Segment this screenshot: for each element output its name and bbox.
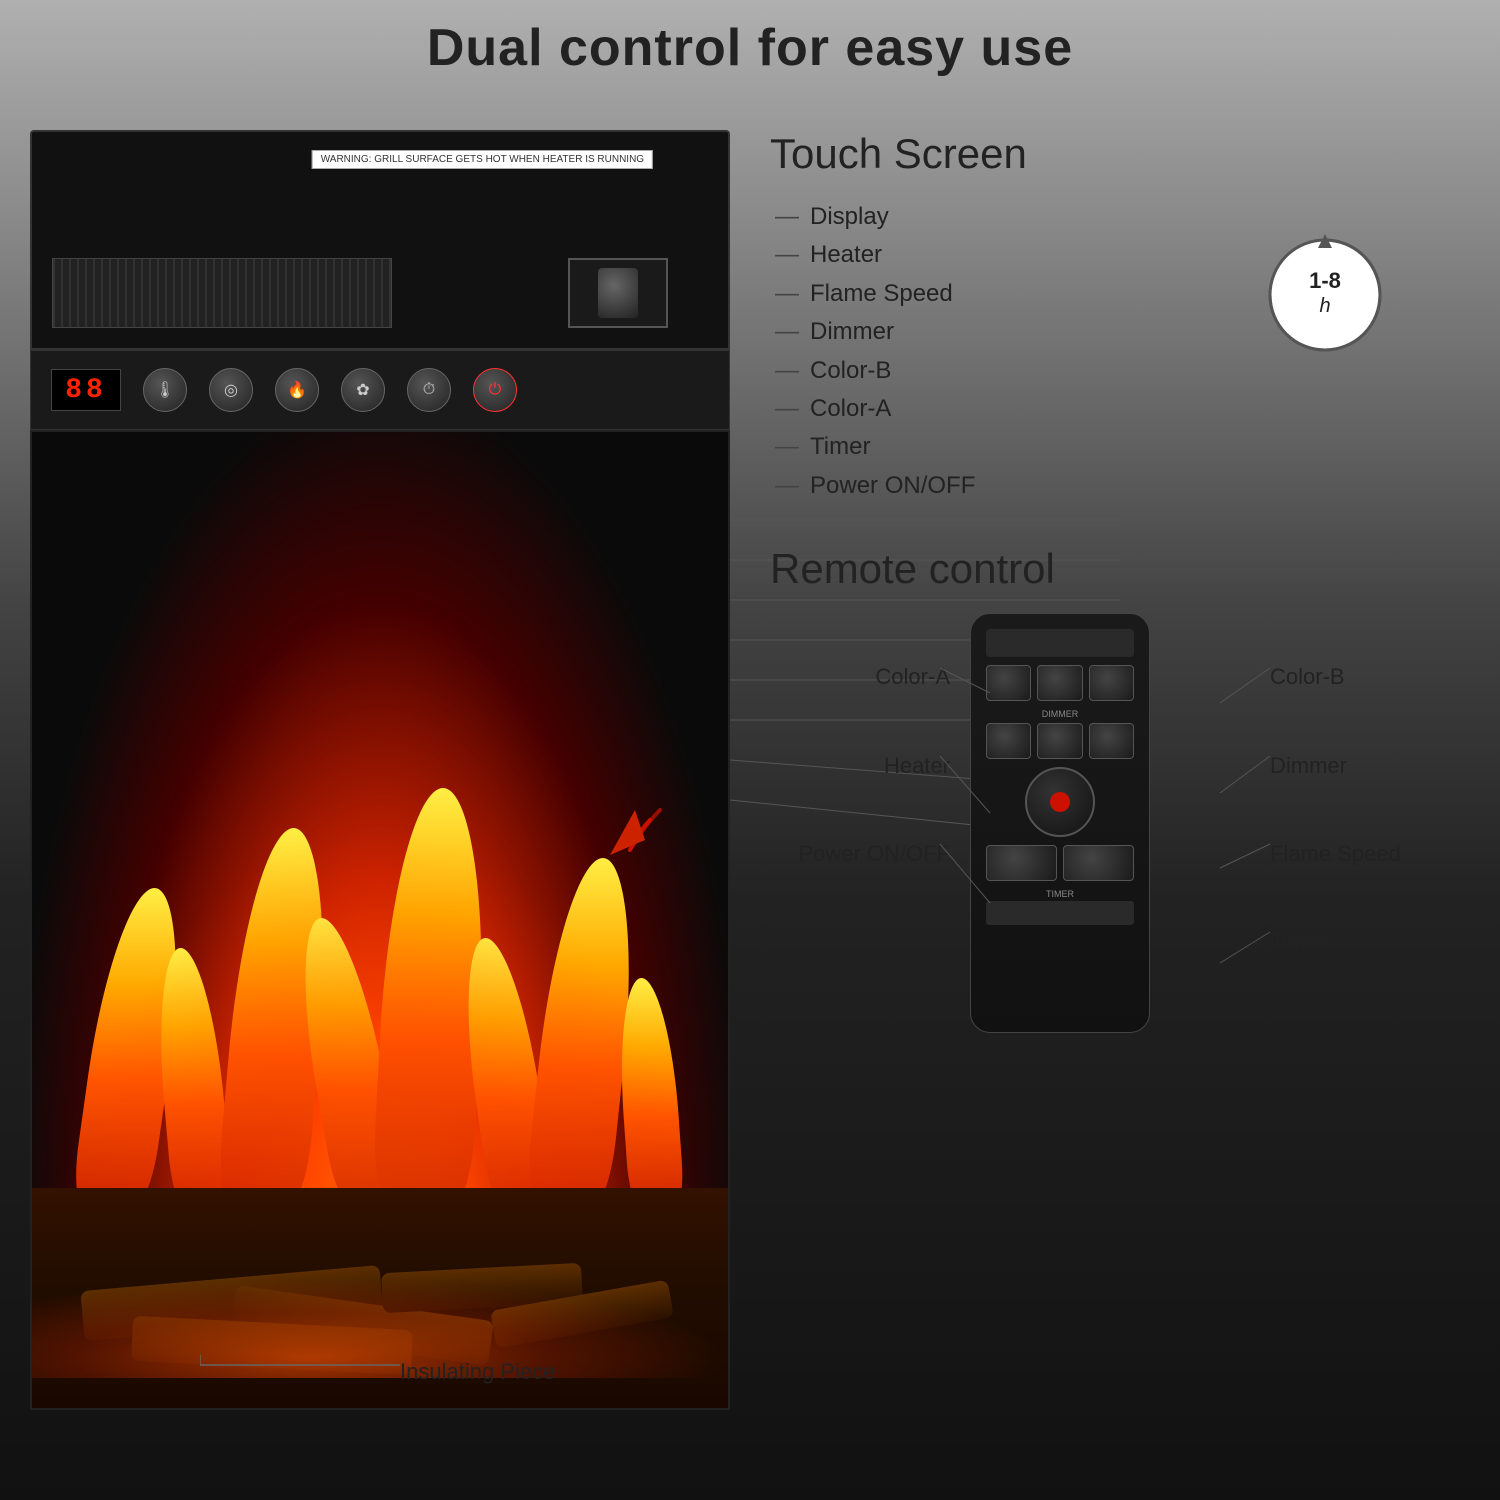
remote-btn-row-1: [986, 665, 1134, 701]
flame-button[interactable]: 🔥: [275, 368, 319, 412]
remote-layout: Color-A Heater Power ON/OFF DIMMER: [770, 613, 1470, 1063]
control-panel-strip: 88 🌡 ◎ 🔥 ✿ ⏱ ⏻: [30, 350, 730, 430]
flame-icon: 🔥: [287, 380, 307, 400]
led-display: 88: [51, 369, 121, 411]
timer-badge-svg: 1-8 h: [1260, 230, 1390, 360]
svg-text:1-8: 1-8: [1309, 268, 1341, 293]
timer-button[interactable]: ⏱: [407, 368, 451, 412]
timer-badge-container: 1-8 h: [1260, 230, 1390, 365]
rc-label-color-a: Color-A: [770, 653, 950, 701]
remote-top-button[interactable]: [986, 629, 1134, 657]
rc-label-dimmer: Dimmer: [1270, 742, 1470, 790]
remote-btn-color-a[interactable]: [986, 665, 1031, 701]
warning-label: WARNING: GRILL SURFACE GETS HOT WHEN HEA…: [312, 150, 653, 169]
ts-label-timer: Timer: [810, 428, 1470, 466]
fan-button[interactable]: ◎: [209, 368, 253, 412]
rc-label-heater: Heater: [770, 742, 950, 790]
fireplace-product: WARNING: GRILL SURFACE GETS HOT WHEN HEA…: [30, 130, 730, 1410]
page-title: Dual control for easy use: [0, 18, 1500, 78]
power-button[interactable]: ⏻: [473, 368, 517, 412]
remote-btn-heat[interactable]: [986, 723, 1031, 759]
remote-right-labels: Color-B Dimmer Flame Speed Timer: [1270, 653, 1470, 967]
power-icon: ⏻: [489, 381, 502, 399]
fan-icon: ◎: [224, 380, 238, 400]
remote-control-section: Remote control Color-A Heater Power ON/O…: [770, 545, 1470, 1063]
remote-center-dot: [1050, 792, 1070, 812]
rc-label-flame-speed: Flame Speed: [1270, 830, 1470, 878]
touch-screen-section: Touch Screen Display Heater Flame Speed …: [770, 130, 1470, 505]
insulating-piece-label: Insulating Piece: [400, 1359, 555, 1385]
flame-display: [30, 430, 730, 1410]
remote-btn-plus[interactable]: [1037, 665, 1082, 701]
remote-dimmer-label: DIMMER: [986, 709, 1134, 719]
fireplace-top-panel: WARNING: GRILL SURFACE GETS HOT WHEN HEA…: [30, 130, 730, 350]
remote-timer-button[interactable]: [986, 901, 1134, 925]
rc-label-power-onoff: Power ON/OFF: [770, 830, 950, 878]
remote-btn-row-2: [986, 723, 1134, 759]
remote-btn-down[interactable]: [986, 845, 1057, 881]
remote-btn-speed[interactable]: [1037, 723, 1082, 759]
rc-label-timer: Timer: [1270, 918, 1470, 966]
remote-btn-power-2[interactable]: [1063, 845, 1134, 881]
right-connector-lines: [1220, 613, 1270, 1013]
right-annotation-panel: Touch Screen Display Heater Flame Speed …: [770, 130, 1470, 1063]
insulating-piece-connector: [200, 1355, 400, 1375]
remote-btn-color-b[interactable]: [1089, 665, 1134, 701]
ts-label-power: Power ON/OFF: [810, 467, 1470, 505]
left-connector-lines: [940, 613, 990, 1013]
temp-icon: 🌡: [155, 380, 175, 400]
vent-grill: [52, 258, 392, 328]
timer-icon: ⏱: [423, 381, 435, 399]
remote-btn-row-3: [986, 845, 1134, 881]
log-base: [32, 1188, 728, 1408]
power-switch[interactable]: [568, 258, 668, 328]
remote-btn-fan-2[interactable]: [1089, 723, 1134, 759]
switch-knob: [598, 268, 638, 318]
remote-signal-icon: [580, 780, 680, 860]
remote-control-device: DIMMER TIMER: [970, 613, 1150, 1033]
color-icon: ✿: [356, 380, 369, 400]
remote-timer-label: TIMER: [986, 889, 1134, 899]
remote-control-title: Remote control: [770, 545, 1470, 593]
touch-screen-title: Touch Screen: [770, 130, 1470, 178]
remote-left-labels: Color-A Heater Power ON/OFF: [770, 653, 950, 878]
color-button[interactable]: ✿: [341, 368, 385, 412]
svg-text:h: h: [1319, 295, 1330, 317]
ts-label-color-a: Color-A: [810, 390, 1470, 428]
rc-label-color-b: Color-B: [1270, 653, 1470, 701]
temp-up-button[interactable]: 🌡: [143, 368, 187, 412]
remote-center-dial[interactable]: [1025, 767, 1095, 837]
